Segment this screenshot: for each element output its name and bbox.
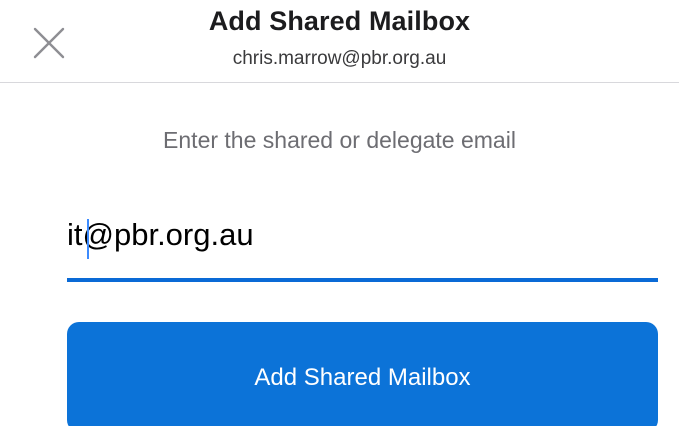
add-shared-mailbox-button-label: Add Shared Mailbox [254, 364, 471, 391]
email-field-container [67, 205, 658, 283]
account-email: chris.marrow@pbr.org.au [232, 48, 447, 69]
email-field[interactable] [67, 205, 658, 265]
header-bar: Add Shared Mailbox chris.marrow@pbr.org.… [0, 0, 679, 83]
page-title: Add Shared Mailbox [208, 6, 471, 36]
email-field-underline [67, 278, 658, 282]
email-prompt-label: Enter the shared or delegate email [163, 127, 516, 153]
add-shared-mailbox-screen: Add Shared Mailbox chris.marrow@pbr.org.… [0, 0, 679, 426]
text-cursor [87, 219, 89, 259]
add-shared-mailbox-button[interactable]: Add Shared Mailbox [67, 322, 658, 426]
